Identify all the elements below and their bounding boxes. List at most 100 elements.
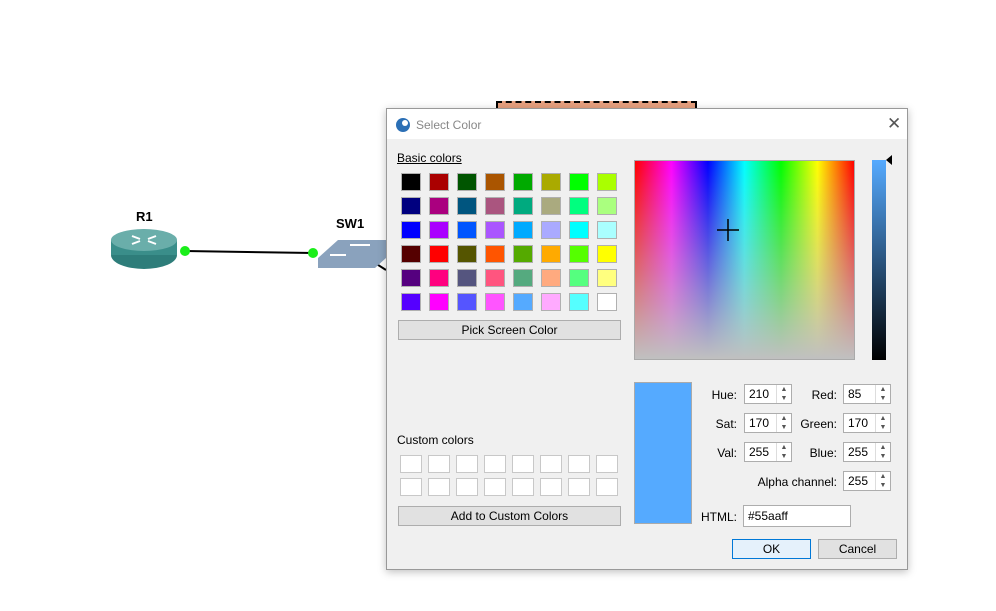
basic-color-swatch[interactable] <box>513 245 533 263</box>
app-icon <box>396 118 410 132</box>
basic-color-swatch[interactable] <box>457 269 477 287</box>
hue-label: Hue: <box>711 388 737 402</box>
basic-color-swatch[interactable] <box>513 173 533 191</box>
basic-color-swatch[interactable] <box>569 197 589 215</box>
basic-color-swatch[interactable] <box>457 173 477 191</box>
blue-label: Blue: <box>809 446 837 460</box>
basic-color-swatch[interactable] <box>457 245 477 263</box>
add-to-custom-colors-button[interactable]: Add to Custom Colors <box>398 506 621 526</box>
basic-color-swatch[interactable] <box>597 269 617 287</box>
custom-colors-label: Custom colors <box>397 433 474 447</box>
basic-color-swatch[interactable] <box>569 293 589 311</box>
basic-color-swatch[interactable] <box>513 221 533 239</box>
basic-color-swatch[interactable] <box>429 173 449 191</box>
basic-color-swatch[interactable] <box>401 173 421 191</box>
port-status-icon <box>180 246 190 256</box>
cancel-button[interactable]: Cancel <box>818 539 897 559</box>
custom-color-swatch[interactable] <box>400 455 422 473</box>
link-r1-sw1 <box>184 250 314 254</box>
basic-color-swatch[interactable] <box>541 293 561 311</box>
hue-saturation-picker[interactable] <box>634 160 855 360</box>
custom-color-swatch[interactable] <box>484 455 506 473</box>
basic-color-swatch[interactable] <box>485 197 505 215</box>
basic-color-swatch[interactable] <box>401 293 421 311</box>
custom-color-swatch[interactable] <box>456 478 478 496</box>
topology-links <box>111 229 387 271</box>
custom-color-swatch[interactable] <box>568 455 590 473</box>
custom-color-swatch[interactable] <box>428 455 450 473</box>
basic-color-swatch[interactable] <box>597 173 617 191</box>
basic-color-swatch[interactable] <box>541 197 561 215</box>
ok-button[interactable]: OK <box>732 539 811 559</box>
title-bar: Select Color ✕ <box>387 109 907 139</box>
basic-color-swatch[interactable] <box>485 269 505 287</box>
spin-arrows-icon: ▲ ▼ <box>875 472 890 490</box>
pick-screen-color-button[interactable]: Pick Screen Color <box>398 320 621 340</box>
red-label: Red: <box>811 388 837 402</box>
spin-arrows-icon: ▲ ▼ <box>875 414 890 432</box>
html-label: HTML: <box>701 510 737 524</box>
custom-color-swatch[interactable] <box>428 478 450 496</box>
basic-color-swatch[interactable] <box>569 269 589 287</box>
basic-color-swatch[interactable] <box>429 269 449 287</box>
custom-color-swatch[interactable] <box>512 455 534 473</box>
basic-color-swatch[interactable] <box>541 221 561 239</box>
basic-color-swatch[interactable] <box>429 197 449 215</box>
basic-color-swatch[interactable] <box>569 245 589 263</box>
basic-colors-label: Basic colors <box>397 151 462 165</box>
basic-color-swatch[interactable] <box>569 173 589 191</box>
val-label: Val: <box>717 446 737 460</box>
close-icon[interactable]: ✕ <box>887 114 901 134</box>
basic-color-swatch[interactable] <box>541 173 561 191</box>
basic-color-swatch[interactable] <box>401 197 421 215</box>
basic-color-swatch[interactable] <box>597 197 617 215</box>
basic-color-swatch[interactable] <box>401 221 421 239</box>
basic-color-swatch[interactable] <box>457 293 477 311</box>
basic-color-swatch[interactable] <box>597 293 617 311</box>
basic-color-swatch[interactable] <box>541 245 561 263</box>
custom-color-swatch[interactable] <box>512 478 534 496</box>
custom-color-swatch[interactable] <box>568 478 590 496</box>
basic-color-swatch[interactable] <box>457 197 477 215</box>
alpha-spinbox[interactable]: 255 ▲ ▼ <box>843 471 891 491</box>
alpha-label: Alpha channel: <box>757 475 837 489</box>
red-spinbox[interactable]: 85 ▲ ▼ <box>843 384 891 404</box>
basic-color-swatch[interactable] <box>429 293 449 311</box>
custom-color-swatch[interactable] <box>484 478 506 496</box>
basic-color-swatch[interactable] <box>401 269 421 287</box>
node-label-sw1[interactable]: SW1 <box>336 216 364 231</box>
spin-arrows-icon: ▲ ▼ <box>875 443 890 461</box>
basic-color-swatch[interactable] <box>569 221 589 239</box>
basic-color-swatch[interactable] <box>457 221 477 239</box>
basic-color-swatch[interactable] <box>429 245 449 263</box>
basic-color-swatch[interactable] <box>597 221 617 239</box>
value-slider-arrow-icon[interactable] <box>886 155 892 165</box>
color-preview <box>634 382 692 524</box>
custom-color-swatch[interactable] <box>596 478 618 496</box>
basic-color-swatch[interactable] <box>513 293 533 311</box>
green-spinbox[interactable]: 170 ▲ ▼ <box>843 413 891 433</box>
sat-label: Sat: <box>715 417 737 431</box>
node-label-r1[interactable]: R1 <box>136 209 153 224</box>
port-status-icon <box>308 248 318 258</box>
custom-color-swatch[interactable] <box>456 455 478 473</box>
value-slider[interactable] <box>872 160 886 360</box>
html-input[interactable]: #55aaff <box>743 505 851 527</box>
basic-color-swatch[interactable] <box>485 221 505 239</box>
basic-color-swatch[interactable] <box>513 197 533 215</box>
spin-arrows-icon: ▲ ▼ <box>875 385 890 403</box>
blue-spinbox[interactable]: 255 ▲ ▼ <box>843 442 891 462</box>
basic-color-swatch[interactable] <box>401 245 421 263</box>
custom-color-swatch[interactable] <box>540 455 562 473</box>
basic-color-swatch[interactable] <box>485 293 505 311</box>
basic-color-swatch[interactable] <box>485 173 505 191</box>
basic-color-swatch[interactable] <box>429 221 449 239</box>
custom-color-swatch[interactable] <box>540 478 562 496</box>
green-label: Green: <box>800 417 837 431</box>
basic-color-swatch[interactable] <box>597 245 617 263</box>
custom-color-swatch[interactable] <box>596 455 618 473</box>
custom-color-swatch[interactable] <box>400 478 422 496</box>
basic-color-swatch[interactable] <box>513 269 533 287</box>
basic-color-swatch[interactable] <box>485 245 505 263</box>
basic-color-swatch[interactable] <box>541 269 561 287</box>
